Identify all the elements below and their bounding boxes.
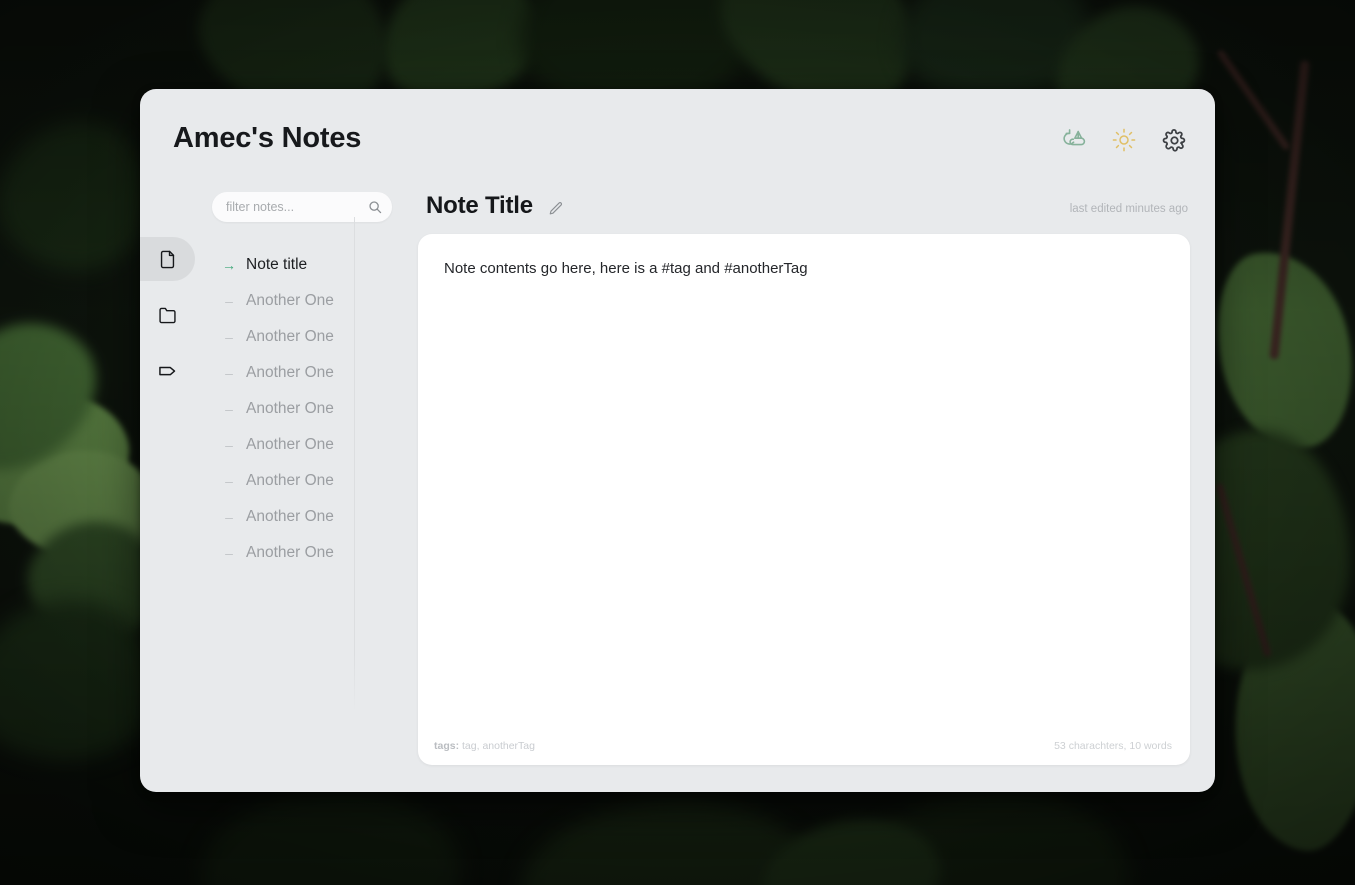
tags-line: tags: tag, anotherTag — [434, 740, 535, 752]
note-title: Note Title — [426, 192, 533, 219]
file-icon — [157, 249, 178, 270]
dash-icon: – — [225, 545, 233, 561]
dash-icon: – — [225, 365, 233, 381]
list-item-label: Another One — [246, 364, 334, 381]
dash-icon: – — [225, 329, 233, 345]
app-window: Amec's Notes filter notes... → Note titl… — [140, 89, 1215, 792]
editor-header: Note Title last edited minutes ago — [418, 192, 1190, 234]
tags-value: tag, anotherTag — [459, 740, 535, 752]
search-input[interactable] — [212, 192, 392, 222]
list-item-label: Another One — [246, 436, 334, 453]
page-title: Amec's Notes — [173, 122, 362, 154]
list-item[interactable]: – Another One — [222, 355, 412, 391]
pencil-icon[interactable] — [548, 201, 564, 222]
icon-rail — [140, 237, 197, 393]
list-item[interactable]: – Another One — [222, 283, 412, 319]
list-item[interactable]: → Note title — [222, 247, 412, 283]
note-card: tags: tag, anotherTag 53 charachters, 10… — [418, 234, 1190, 765]
note-footer: tags: tag, anotherTag 53 charachters, 10… — [434, 740, 1172, 752]
char-count-label: 53 charachters, 10 words — [1054, 740, 1172, 752]
list-item[interactable]: – Another One — [222, 463, 412, 499]
app-header: Amec's Notes — [140, 89, 1215, 191]
list-item-label: Note title — [246, 256, 308, 273]
sidebar-item-notes[interactable] — [140, 237, 195, 281]
notes-list: → Note title – Another One – Another One – Anot… — [212, 247, 412, 571]
dash-icon: – — [225, 509, 233, 525]
list-item[interactable]: – Another One — [222, 391, 412, 427]
list-item[interactable]: – Another One — [222, 535, 412, 571]
column-divider — [354, 217, 355, 712]
sync-cloud-icon[interactable] — [1059, 125, 1089, 155]
dash-icon: – — [225, 401, 233, 417]
sidebar-item-tags[interactable] — [140, 349, 195, 393]
tags-label: tags: — [434, 740, 460, 752]
search-box — [212, 192, 392, 222]
list-item[interactable]: – Another One — [222, 499, 412, 535]
dash-icon: – — [225, 437, 233, 453]
dash-icon: – — [225, 293, 233, 309]
header-actions — [1059, 125, 1189, 155]
list-item-label: Another One — [246, 328, 334, 345]
last-edited-label: last edited minutes ago — [1069, 203, 1188, 215]
list-item-label: Another One — [246, 544, 334, 561]
folder-icon — [157, 305, 178, 326]
list-item[interactable]: – Another One — [222, 319, 412, 355]
editor-area: Note Title last edited minutes ago tags:… — [418, 192, 1190, 765]
arrow-icon: → — [222, 257, 236, 273]
sidebar-item-folders[interactable] — [140, 293, 195, 337]
list-item-label: Another One — [246, 400, 334, 417]
list-item-label: Another One — [246, 292, 334, 309]
gear-icon[interactable] — [1159, 125, 1189, 155]
list-item-label: Another One — [246, 472, 334, 489]
sun-icon[interactable] — [1109, 125, 1139, 155]
note-body-input[interactable] — [444, 258, 1164, 719]
list-item[interactable]: – Another One — [222, 427, 412, 463]
tag-icon — [157, 360, 179, 382]
list-item-label: Another One — [246, 508, 334, 525]
dash-icon: – — [225, 473, 233, 489]
notes-column: →Note title–Another One–Another One–Anot… — [212, 192, 412, 792]
